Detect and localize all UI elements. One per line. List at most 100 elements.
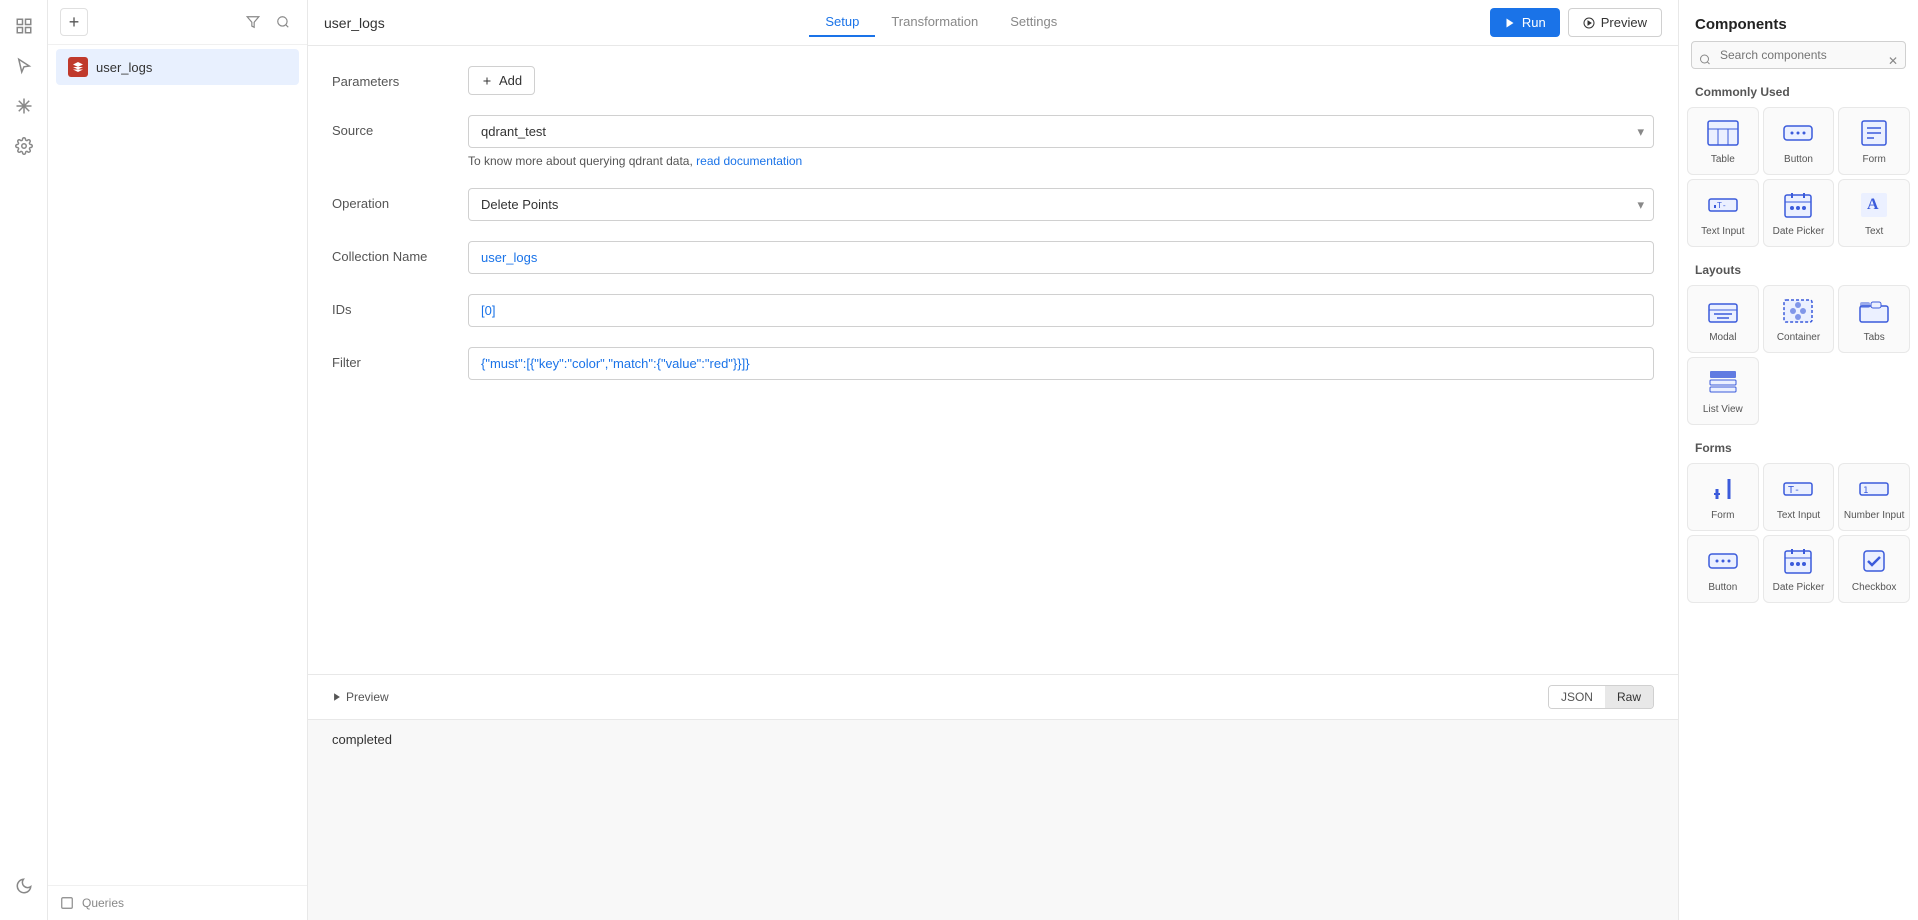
container-icon	[1780, 296, 1816, 326]
preview-header: Preview JSON Raw	[308, 675, 1678, 720]
number-input-label: Number Input	[1844, 510, 1905, 522]
button-label: Button	[1784, 154, 1813, 166]
text-input-2-icon: T-	[1780, 474, 1816, 504]
query-title: user_logs	[324, 15, 385, 31]
search-button[interactable]	[271, 10, 295, 34]
ids-label: IDs	[332, 294, 452, 317]
operation-select-wrapper: Delete Points ▾	[468, 188, 1654, 221]
button-icon	[1780, 118, 1816, 148]
component-grid-layouts: Modal Container	[1679, 285, 1918, 437]
date-picker-label: Date Picker	[1773, 226, 1825, 238]
date-picker-form-icon	[1780, 546, 1816, 576]
query-item-user-logs[interactable]: user_logs	[56, 49, 299, 85]
component-checkbox[interactable]: Checkbox	[1838, 535, 1910, 603]
moon-icon[interactable]	[6, 868, 42, 904]
svg-text:T-: T-	[1788, 485, 1800, 496]
number-input-icon: 1_	[1856, 474, 1892, 504]
component-form-2[interactable]: Form	[1687, 463, 1759, 531]
parameters-control: Add	[468, 66, 1654, 95]
ids-input[interactable]	[468, 294, 1654, 327]
date-picker-icon	[1780, 190, 1816, 220]
queries-panel-footer[interactable]: Queries	[48, 885, 307, 920]
tab-setup[interactable]: Setup	[809, 8, 875, 37]
form-area: Parameters Add Source qdrant_test ▾ T	[308, 46, 1678, 674]
svg-text:A: A	[1867, 196, 1879, 213]
page-icon[interactable]	[6, 8, 42, 44]
modal-label: Modal	[1709, 332, 1736, 344]
tab-transformation[interactable]: Transformation	[875, 8, 994, 37]
preview-button[interactable]: Preview	[1568, 8, 1662, 37]
component-form[interactable]: Form	[1838, 107, 1910, 175]
tabs-label: Tabs	[1864, 332, 1885, 344]
component-date-picker[interactable]: Date Picker	[1763, 179, 1835, 247]
parameters-label: Parameters	[332, 66, 452, 89]
filter-row: Filter	[332, 347, 1654, 380]
component-text-input-2[interactable]: T- Text Input	[1763, 463, 1835, 531]
tab-settings[interactable]: Settings	[994, 8, 1073, 37]
collection-name-control	[468, 241, 1654, 274]
form-2-icon	[1705, 474, 1741, 504]
filter-input[interactable]	[468, 347, 1654, 380]
text-label: Text	[1865, 226, 1883, 238]
source-info-text: To know more about querying qdrant data,…	[468, 154, 1654, 168]
top-bar: user_logs Setup Transformation Settings …	[308, 0, 1678, 46]
component-tabs[interactable]: Tabs	[1838, 285, 1910, 353]
container-label: Container	[1777, 332, 1820, 344]
section-layouts: Layouts	[1679, 259, 1918, 285]
component-date-picker-form[interactable]: Date Picker	[1763, 535, 1835, 603]
source-select-wrapper: qdrant_test ▾	[468, 115, 1654, 148]
top-bar-actions: Run Preview	[1490, 8, 1662, 37]
source-select[interactable]: qdrant_test	[468, 115, 1654, 148]
checkbox-label: Checkbox	[1852, 582, 1896, 594]
component-number-input[interactable]: 1_ Number Input	[1838, 463, 1910, 531]
add-parameter-button[interactable]: Add	[468, 66, 535, 95]
checkbox-icon	[1856, 546, 1892, 576]
operation-row: Operation Delete Points ▾	[332, 188, 1654, 221]
source-control: qdrant_test ▾ To know more about queryin…	[468, 115, 1654, 168]
component-list-view[interactable]: List View	[1687, 357, 1759, 425]
component-container[interactable]: Container	[1763, 285, 1835, 353]
filter-control	[468, 347, 1654, 380]
query-item-label: user_logs	[96, 60, 152, 75]
footer-label: Queries	[82, 896, 124, 910]
form-icon	[1856, 118, 1892, 148]
preview-tab-json[interactable]: JSON	[1549, 686, 1605, 708]
collection-name-label: Collection Name	[332, 241, 452, 264]
filter-button[interactable]	[241, 10, 265, 34]
button-form-icon	[1705, 546, 1741, 576]
add-query-button[interactable]: +	[60, 8, 88, 36]
component-grid-common: Table Button	[1679, 107, 1918, 259]
clear-search-icon[interactable]: ✕	[1888, 54, 1898, 68]
queries-panel: + user_logs Queries	[48, 0, 308, 920]
preview-result: completed	[332, 732, 392, 747]
collection-name-input[interactable]	[468, 241, 1654, 274]
table-icon	[1705, 118, 1741, 148]
snowflake-icon[interactable]	[6, 88, 42, 124]
list-view-label: List View	[1703, 404, 1743, 416]
cursor-icon[interactable]	[6, 48, 42, 84]
list-view-icon	[1705, 368, 1741, 398]
run-button[interactable]: Run	[1490, 8, 1560, 37]
preview-tab-raw[interactable]: Raw	[1605, 686, 1653, 708]
text-icon: A	[1856, 190, 1892, 220]
component-table[interactable]: Table	[1687, 107, 1759, 175]
left-sidebar	[0, 0, 48, 920]
table-label: Table	[1711, 154, 1735, 166]
form-label: Form	[1862, 154, 1885, 166]
component-text[interactable]: A Text	[1838, 179, 1910, 247]
gear-icon[interactable]	[6, 128, 42, 164]
source-row: Source qdrant_test ▾ To know more about …	[332, 115, 1654, 168]
search-input[interactable]	[1691, 41, 1906, 69]
component-modal[interactable]: Modal	[1687, 285, 1759, 353]
text-input-label: Text Input	[1701, 226, 1744, 238]
section-commonly-used: Commonly Used	[1679, 81, 1918, 107]
source-label: Source	[332, 115, 452, 138]
operation-control: Delete Points ▾	[468, 188, 1654, 221]
components-search: ✕	[1679, 41, 1918, 81]
source-info-link[interactable]: read documentation	[696, 154, 802, 168]
component-button[interactable]: Button	[1763, 107, 1835, 175]
preview-section: Preview JSON Raw completed	[308, 674, 1678, 920]
component-text-input[interactable]: T- Text Input	[1687, 179, 1759, 247]
component-button-form[interactable]: Button	[1687, 535, 1759, 603]
operation-select[interactable]: Delete Points	[468, 188, 1654, 221]
